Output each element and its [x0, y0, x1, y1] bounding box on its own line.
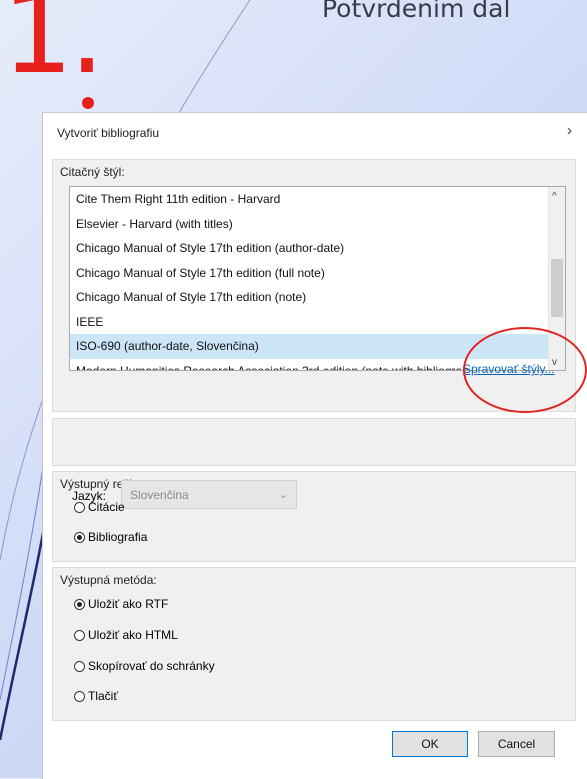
scroll-thumb[interactable]: [551, 259, 563, 317]
list-item[interactable]: Chicago Manual of Style 17th edition (au…: [70, 236, 565, 261]
slide-number: 1.: [2, 0, 105, 99]
radio-icon[interactable]: [74, 531, 85, 543]
scroll-up-icon[interactable]: ^: [552, 191, 557, 202]
language-select[interactable]: Slovenčina ⌄: [121, 480, 297, 509]
dialog-title: Vytvoriť bibliografiu: [57, 126, 160, 140]
citation-style-legend: Citačný štýl:: [60, 165, 125, 179]
radio-icon[interactable]: [74, 629, 85, 641]
option-label: Skopírovať do schránky: [88, 659, 215, 673]
radio-icon[interactable]: [74, 690, 85, 702]
radio-save-html[interactable]: Uložiť ako HTML: [74, 628, 178, 642]
language-value: Slovenčina: [130, 488, 189, 502]
list-item[interactable]: Cite Them Right 11th edition - Harvard: [70, 187, 565, 212]
output-method-group: Výstupná metóda:: [52, 567, 576, 721]
language-group: [52, 418, 576, 466]
radio-citacie[interactable]: Citácie: [74, 500, 125, 514]
chevron-right-icon[interactable]: ›: [567, 122, 572, 139]
option-label: Uložiť ako RTF: [88, 597, 169, 611]
option-label: Citácie: [88, 500, 125, 514]
slide-title: Potvrdením dal: [322, 0, 511, 23]
chevron-down-icon: ⌄: [278, 489, 288, 501]
output-method-legend: Výstupná metóda:: [60, 573, 157, 587]
cancel-button[interactable]: Cancel: [478, 731, 555, 757]
list-item[interactable]: Elsevier - Harvard (with titles): [70, 212, 565, 237]
radio-save-rtf[interactable]: Uložiť ako RTF: [74, 597, 168, 611]
radio-icon[interactable]: [74, 660, 85, 672]
radio-bibliografia[interactable]: Bibliografia: [74, 530, 147, 544]
ok-button[interactable]: OK: [392, 731, 468, 757]
radio-icon[interactable]: [74, 501, 85, 513]
list-item[interactable]: Chicago Manual of Style 17th edition (no…: [70, 285, 565, 310]
radio-copy-clipboard[interactable]: Skopírovať do schránky: [74, 659, 215, 673]
bullet-dot: [82, 97, 94, 109]
option-label: Bibliografia: [88, 530, 148, 544]
radio-print[interactable]: Tlačiť: [74, 689, 118, 703]
highlight-ellipse: [463, 327, 587, 413]
option-label: Tlačiť: [88, 689, 118, 703]
radio-icon[interactable]: [74, 598, 85, 610]
option-label: Uložiť ako HTML: [88, 628, 178, 642]
list-item[interactable]: IEEE: [70, 310, 565, 335]
list-item[interactable]: Chicago Manual of Style 17th edition (fu…: [70, 261, 565, 286]
